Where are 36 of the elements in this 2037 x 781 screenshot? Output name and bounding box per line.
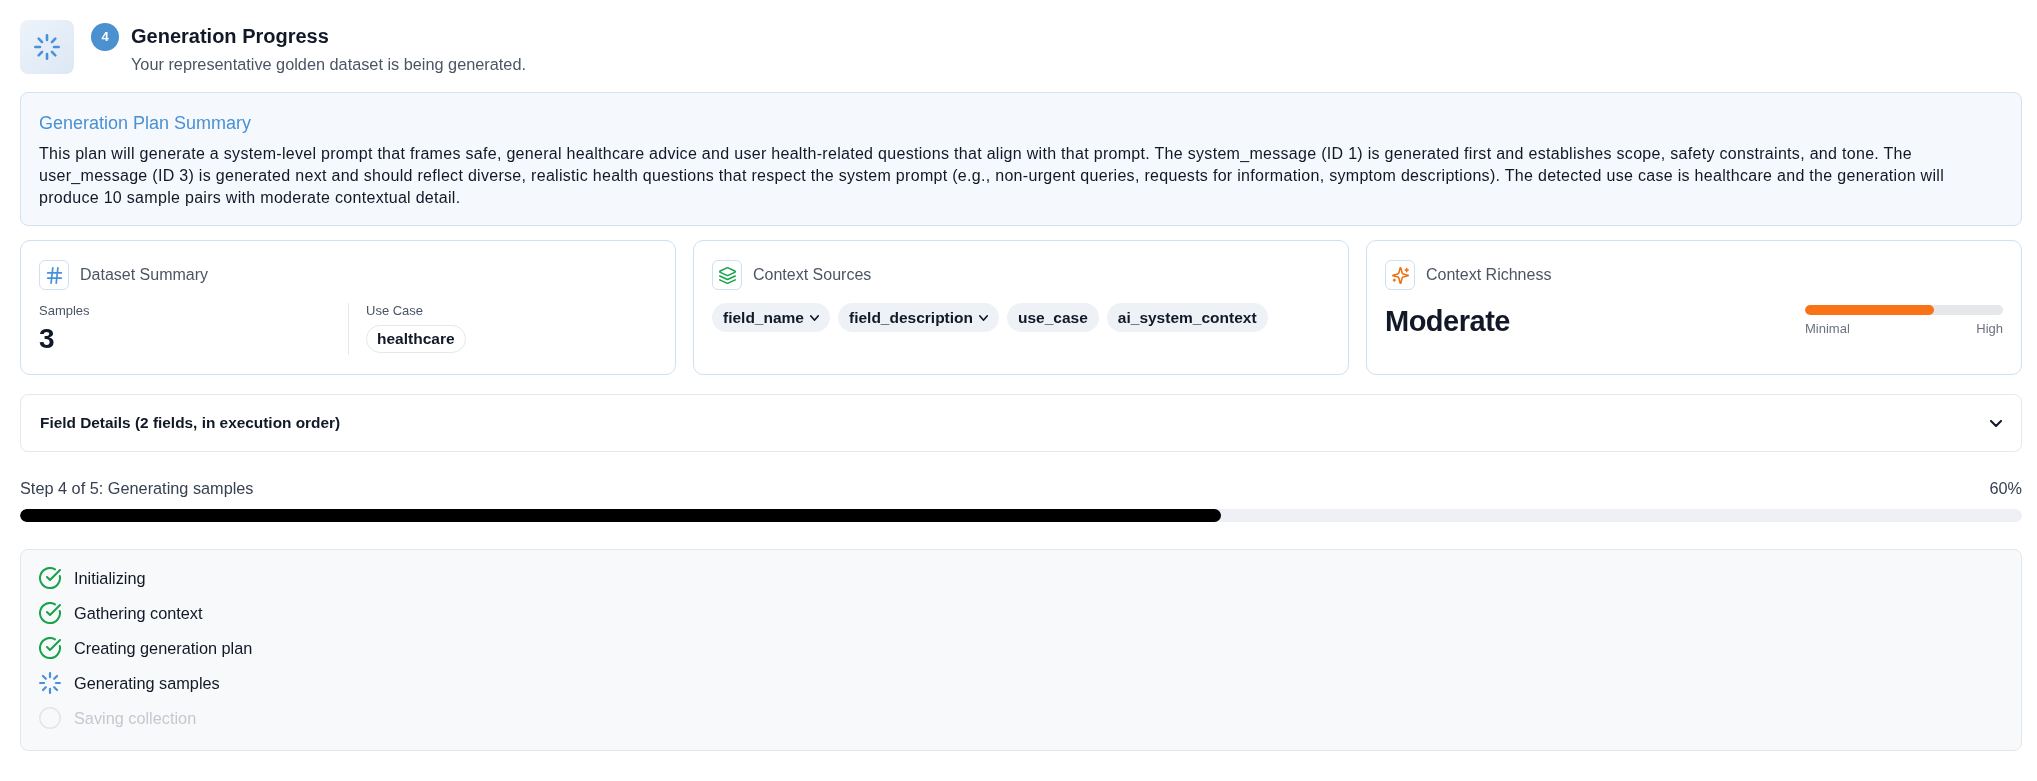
summary-text: This plan will generate a system-level prompt that frames safe, general healthcare advice and user health-related questions that align with that prompt. The system_message (ID 1) is generated first and establishes scope, safety constraints, and tone. The user_message (ID 3) is generated next and should reflect diverse, realistic health questions that respect the system prompt (e.g., non-urgent queries, requests for information, symptom descriptions). The detected use case is healthcare and the generation will produce 10 sample pairs with moderate contextual detail. — [39, 144, 1946, 208]
card-title: Context Sources — [753, 265, 872, 285]
summary-title: Generation Plan Summary — [39, 112, 253, 135]
samples-count: 3 — [39, 323, 55, 355]
use-case-tag: healthcare — [366, 325, 466, 353]
context-source-chip[interactable]: field_name — [712, 303, 830, 332]
check-circle-icon — [39, 601, 61, 624]
meter-max-label: High — [1976, 321, 2003, 337]
section-subtitle: Your representative golden dataset is being generated. — [131, 54, 526, 74]
field-details-toggle[interactable]: Field Details (2 fields, in execution order) — [20, 394, 2022, 452]
context-source-tag: ai_system_context — [1106, 303, 1268, 332]
section-title: Generation Progress — [131, 24, 330, 49]
step-label: Gathering context — [74, 602, 203, 623]
loading-spinner-icon — [20, 20, 74, 74]
hash-icon — [39, 260, 69, 290]
progress-percent: 60% — [1989, 478, 2022, 498]
use-case-label: Use Case — [366, 303, 425, 319]
layers-icon — [712, 260, 742, 290]
card-title: Dataset Summary — [80, 265, 209, 285]
step-label: Generating samples — [74, 672, 220, 693]
context-source-chip[interactable]: field_description — [838, 303, 999, 332]
meter-min-label: Minimal — [1805, 321, 1850, 337]
check-circle-icon — [39, 636, 61, 659]
sparkles-icon — [1385, 260, 1415, 290]
check-circle-icon — [39, 566, 61, 589]
card-title: Context Richness — [1426, 265, 1552, 285]
richness-value: Moderate — [1385, 304, 1510, 338]
samples-label: Samples — [39, 303, 91, 319]
progress-step-label: Step 4 of 5: Generating samples — [20, 478, 254, 498]
step-number-badge: 4 — [91, 23, 119, 51]
chevron-down-icon — [979, 314, 988, 321]
spinner-icon — [39, 671, 61, 694]
chevron-down-icon — [810, 314, 819, 321]
step-label: Initializing — [74, 567, 146, 588]
step-label: Creating generation plan — [74, 637, 253, 658]
context-source-tag: use_case — [1007, 303, 1099, 332]
